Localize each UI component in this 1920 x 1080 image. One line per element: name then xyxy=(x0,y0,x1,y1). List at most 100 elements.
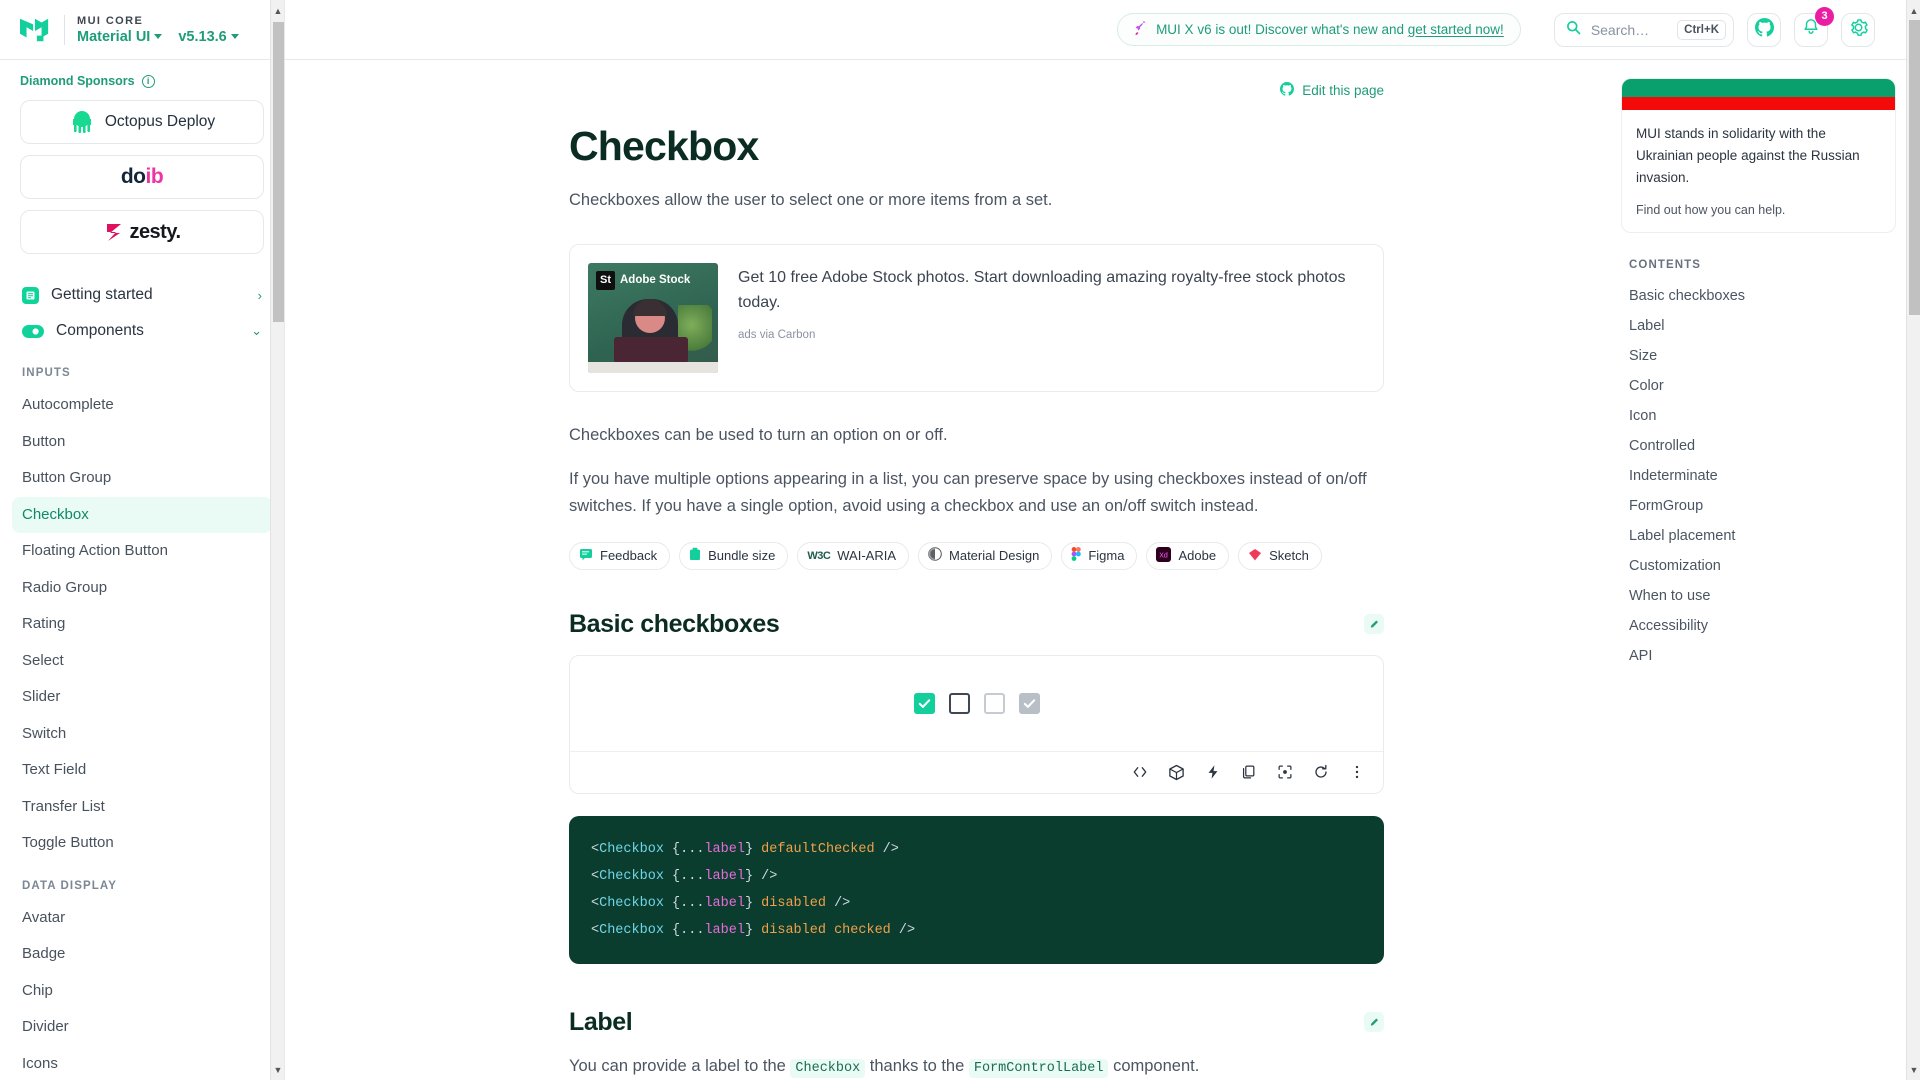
chip-sketch[interactable]: Sketch xyxy=(1238,541,1322,570)
search-input[interactable]: Search… Ctrl+K xyxy=(1553,12,1734,47)
toc-item-label-placement[interactable]: Label placement xyxy=(1621,521,1896,551)
sidebar-scroll-area: Diamond Sponsors i Octopus Deploy doib z… xyxy=(0,60,284,1080)
toc-item-basic-checkboxes[interactable]: Basic checkboxes xyxy=(1621,281,1896,311)
checkbox-group xyxy=(913,692,1040,714)
sidebar-item-label: Getting started xyxy=(51,286,153,303)
edit-section-icon[interactable] xyxy=(1364,1012,1384,1033)
scroll-down-arrow-icon[interactable]: ▼ xyxy=(271,1061,284,1078)
sidebar-item-switch[interactable]: Switch xyxy=(12,716,272,753)
copy-icon[interactable] xyxy=(1241,764,1257,780)
github-icon xyxy=(1280,82,1295,99)
settings-button[interactable] xyxy=(1841,12,1875,47)
chip-wai-aria[interactable]: W3C WAI-ARIA xyxy=(797,541,910,570)
toc-item-color[interactable]: Color xyxy=(1621,371,1896,401)
sidebar-item-toggle-button[interactable]: Toggle Button xyxy=(12,825,272,862)
ad-attribution: ads via Carbon xyxy=(738,328,816,341)
sidebar-item-button[interactable]: Button xyxy=(12,424,272,461)
toc-item-when-to-use[interactable]: When to use xyxy=(1621,581,1896,611)
demo-basic-checkboxes xyxy=(569,654,1384,794)
chip-label: Material Design xyxy=(949,548,1040,564)
sidebar-item-divider[interactable]: Divider xyxy=(12,1009,272,1046)
toc-item-indeterminate[interactable]: Indeterminate xyxy=(1621,461,1896,491)
sidebar-item-slider[interactable]: Slider xyxy=(12,679,272,716)
sidebar-item-floating-action-button[interactable]: Floating Action Button xyxy=(12,533,272,570)
sidebar-item-radio-group[interactable]: Radio Group xyxy=(12,570,272,607)
sidebar-item-transfer-list[interactable]: Transfer List xyxy=(12,789,272,826)
toc-item-formgroup[interactable]: FormGroup xyxy=(1621,491,1896,521)
sidebar-scrollbar[interactable]: ▲ ▼ xyxy=(270,0,284,1080)
edit-section-icon[interactable] xyxy=(1364,614,1384,635)
ad-banner[interactable]: St Adobe Stock Get 10 free Adobe Stock p… xyxy=(569,243,1384,392)
stackblitz-icon[interactable] xyxy=(1205,764,1221,780)
github-button[interactable] xyxy=(1747,12,1781,47)
chip-label: Figma xyxy=(1088,548,1125,564)
page-scrollbar[interactable]: ▲ ▼ xyxy=(1906,0,1920,1080)
sidebar-item-badge[interactable]: Badge xyxy=(12,936,272,973)
mui-logo-icon[interactable] xyxy=(18,15,52,45)
chip-feedback[interactable]: Feedback xyxy=(569,541,671,570)
sponsor-card-doit[interactable]: doib xyxy=(20,155,264,199)
code-block-basic-checkboxes[interactable]: <Checkbox {...label} defaultChecked /> <… xyxy=(569,815,1384,964)
checkbox-default-checked[interactable] xyxy=(913,692,935,714)
toc-item-label[interactable]: Label xyxy=(1621,311,1896,341)
toc-item-controlled[interactable]: Controlled xyxy=(1621,431,1896,461)
codesandbox-icon[interactable] xyxy=(1168,764,1185,781)
notifications-button[interactable]: 3 xyxy=(1794,6,1834,47)
toc-item-api[interactable]: API xyxy=(1621,641,1896,671)
edit-this-page-link[interactable]: Edit this page xyxy=(569,82,1384,99)
scroll-up-arrow-icon[interactable]: ▲ xyxy=(271,2,284,19)
ukraine-help-link[interactable]: Find out how you can help. xyxy=(1636,203,1881,217)
sidebar-item-checkbox[interactable]: Checkbox xyxy=(12,496,272,533)
refresh-icon[interactable] xyxy=(1313,764,1329,780)
code-line: <Checkbox {...label} disabled /> xyxy=(591,895,851,911)
checkbox-disabled-checked xyxy=(1018,692,1040,714)
checkbox-unchecked[interactable] xyxy=(948,692,970,714)
chip-adobe[interactable]: Xd Adobe xyxy=(1146,541,1230,570)
ukraine-solidarity-banner[interactable]: MUI stands in solidarity with the Ukrain… xyxy=(1621,78,1896,233)
search-placeholder: Search… xyxy=(1590,21,1650,38)
sidebar-scrollbar-thumb[interactable] xyxy=(273,22,284,322)
doit-logo: doib xyxy=(120,165,164,188)
sidebar-item-text-field[interactable]: Text Field xyxy=(12,752,272,789)
section-title: Label xyxy=(569,1007,633,1036)
sponsor-card-octopus[interactable]: Octopus Deploy xyxy=(20,100,264,144)
page-title: Checkbox xyxy=(569,123,759,169)
ad-text: Get 10 free Adobe Stock photos. Start do… xyxy=(738,268,1346,312)
sidebar-group-title: INPUTS xyxy=(22,367,71,379)
desc-part-1: You can provide a label to the xyxy=(569,1056,791,1075)
sidebar-divider xyxy=(64,14,65,45)
version-label: v5.13.6 xyxy=(178,28,227,45)
ukraine-banner-body: MUI stands in solidarity with the Ukrain… xyxy=(1622,110,1895,232)
sponsor-card-zesty[interactable]: zesty. xyxy=(20,210,264,254)
chip-material-design[interactable]: Material Design xyxy=(918,541,1053,570)
sidebar-item-select[interactable]: Select xyxy=(12,643,272,680)
info-icon[interactable]: i xyxy=(141,74,155,88)
toc-item-customization[interactable]: Customization xyxy=(1621,551,1896,581)
sidebar-item-chip[interactable]: Chip xyxy=(12,973,272,1010)
sidebar-item-icons[interactable]: Icons xyxy=(12,1046,272,1080)
sidebar-item-avatar[interactable]: Avatar xyxy=(12,900,272,937)
reset-focus-icon[interactable] xyxy=(1277,764,1293,780)
sidebar-item-getting-started[interactable]: Getting started › xyxy=(12,277,272,313)
demo-toolbar xyxy=(570,750,1383,793)
sidebar-item-button-group[interactable]: Button Group xyxy=(12,460,272,497)
chip-figma[interactable]: Figma xyxy=(1061,541,1138,570)
product-selector[interactable]: Material UI xyxy=(77,28,163,45)
page-scrollbar-thumb[interactable] xyxy=(1909,20,1920,315)
sidebar-item-rating[interactable]: Rating xyxy=(12,606,272,643)
code-icon[interactable] xyxy=(1132,764,1148,780)
promo-banner[interactable]: MUI X v6 is out! Discover what's new and… xyxy=(1117,13,1521,46)
inline-code-formcontrollabel: FormControlLabel xyxy=(968,1058,1109,1078)
ukraine-statement: MUI stands in solidarity with the Ukrain… xyxy=(1636,126,1860,185)
product-label: Material UI xyxy=(77,28,151,45)
chip-bundle-size[interactable]: Bundle size xyxy=(679,541,789,570)
toc-item-size[interactable]: Size xyxy=(1621,341,1896,371)
version-selector[interactable]: v5.13.6 xyxy=(178,28,239,45)
more-icon[interactable] xyxy=(1349,764,1365,780)
toc-item-icon[interactable]: Icon xyxy=(1621,401,1896,431)
sidebar-item-autocomplete[interactable]: Autocomplete xyxy=(12,387,272,424)
sidebar-item-components[interactable]: Components ⌄ xyxy=(12,313,272,349)
scroll-up-arrow-icon[interactable]: ▲ xyxy=(1907,2,1920,19)
scroll-down-arrow-icon[interactable]: ▼ xyxy=(1907,1061,1920,1078)
toc-item-accessibility[interactable]: Accessibility xyxy=(1621,611,1896,641)
